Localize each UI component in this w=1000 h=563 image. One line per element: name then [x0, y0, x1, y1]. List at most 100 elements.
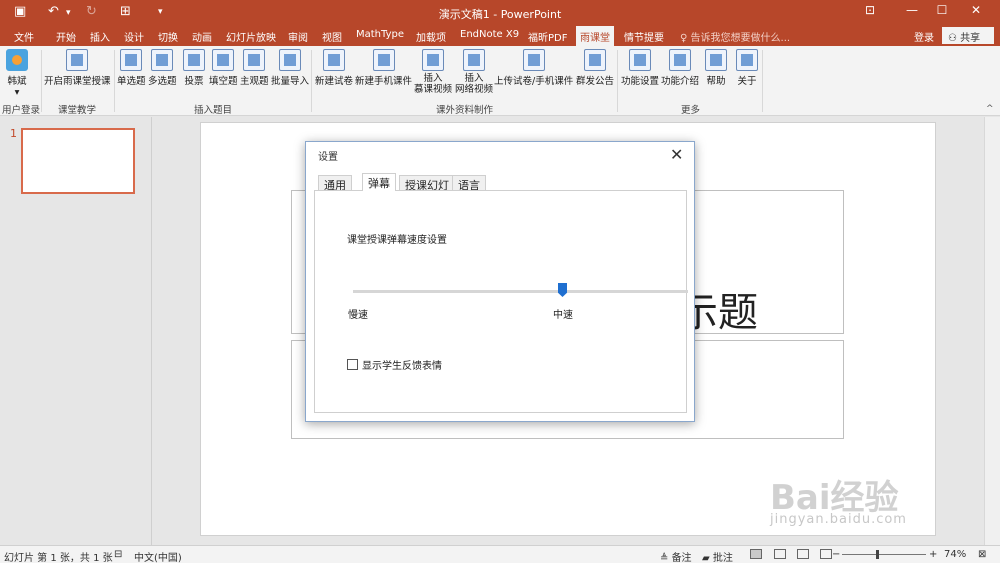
new-mobile-courseware-label: 新建手机课件	[355, 76, 413, 87]
comments-label: 批注	[712, 553, 733, 563]
fill-blank-button[interactable]: 填空题	[209, 49, 238, 87]
insert-mooc-video-button[interactable]: 插入 慕课视频	[414, 49, 452, 95]
group-separator	[762, 50, 763, 112]
group-label-materials: 课外资料制作	[436, 105, 494, 116]
mooc-video-icon	[422, 49, 444, 71]
text-a-icon	[212, 49, 235, 71]
tab-danmaku[interactable]: 弹幕	[362, 173, 396, 191]
speed-slider-track[interactable]	[353, 290, 688, 293]
tab-review[interactable]: 审阅	[288, 29, 308, 44]
lightbulb-icon: ♀	[680, 33, 691, 44]
globe-icon	[584, 49, 606, 71]
tab-rain-classroom[interactable]: 雨课堂	[576, 26, 614, 46]
tab-slideshow[interactable]: 幻灯片放映	[226, 29, 276, 44]
insert-web-video-button[interactable]: 插入 网络视频	[455, 49, 493, 95]
normal-view-icon[interactable]	[750, 549, 762, 559]
single-choice-icon	[120, 49, 143, 71]
broadcast-notice-button[interactable]: 群发公告	[576, 49, 614, 87]
zoom-slider-thumb[interactable]	[876, 550, 879, 559]
tab-foxit-pdf[interactable]: 福昕PDF	[528, 29, 567, 44]
zoom-out-icon[interactable]: −	[832, 549, 840, 560]
tab-design[interactable]: 设计	[124, 29, 144, 44]
reading-view-icon[interactable]	[797, 549, 809, 559]
subjective-button[interactable]: 主观题	[240, 49, 269, 87]
single-choice-label: 单选题	[117, 76, 146, 87]
minimize-icon[interactable]: —	[898, 3, 926, 17]
group-label-more: 更多	[681, 105, 701, 116]
feature-intro-button[interactable]: 功能介绍	[661, 49, 699, 87]
show-feedback-checkbox[interactable]	[347, 359, 358, 370]
zoom-level[interactable]: 74%	[944, 549, 966, 560]
bar-chart-icon	[183, 49, 205, 71]
speed-setting-label: 课堂授课弹幕速度设置	[347, 235, 447, 246]
start-class-button[interactable]: 开启雨课堂授课	[44, 49, 111, 87]
feature-settings-button[interactable]: 功能设置	[621, 49, 659, 87]
new-exam-label: 新建试卷	[315, 76, 354, 87]
tab-home[interactable]: 开始	[56, 29, 76, 44]
zoom-slider-track[interactable]	[842, 554, 926, 555]
medium-label: 中速	[553, 310, 573, 321]
feature-settings-label: 功能设置	[621, 76, 660, 87]
vertical-scrollbar[interactable]	[984, 117, 1000, 545]
slide-thumbnail[interactable]	[21, 128, 135, 194]
group-label-user: 用户登录	[2, 105, 41, 116]
dialog-title: 设置	[318, 152, 338, 163]
tab-animations[interactable]: 动画	[192, 29, 212, 44]
help-button[interactable]: 帮助	[705, 49, 727, 87]
notes-button[interactable]: ≜ 备注	[660, 549, 692, 563]
person-icon: ⚇	[948, 33, 961, 44]
tell-me-text: 告诉我您想要做什么...	[690, 33, 791, 44]
tell-me-search[interactable]: ♀ 告诉我您想要做什么...	[680, 29, 790, 44]
gear-icon	[629, 49, 651, 71]
help-label: 帮助	[706, 76, 726, 87]
accessibility-icon[interactable]: ⊟	[114, 549, 122, 560]
subjective-label: 主观题	[240, 76, 269, 87]
slide-sorter-icon[interactable]	[774, 549, 786, 559]
language-indicator[interactable]: 中文(中国)	[134, 549, 182, 563]
tab-slides[interactable]: 授课幻灯	[399, 175, 455, 192]
tab-general[interactable]: 通用	[318, 175, 352, 192]
collapse-ribbon-icon[interactable]: ^	[986, 104, 994, 114]
single-choice-button[interactable]: 单选题	[117, 49, 146, 87]
batch-import-label: 批量导入	[271, 76, 310, 87]
fill-blank-label: 填空题	[209, 76, 238, 87]
tab-endnote[interactable]: EndNote X9	[460, 29, 519, 40]
slideshow-view-icon[interactable]	[820, 549, 832, 559]
tab-view[interactable]: 视图	[322, 29, 342, 44]
maximize-icon[interactable]: ☐	[928, 3, 956, 17]
new-mobile-courseware-button[interactable]: 新建手机课件	[355, 49, 412, 87]
multi-choice-button[interactable]: 多选题	[148, 49, 177, 87]
document-icon	[669, 49, 691, 71]
tab-transitions[interactable]: 切换	[158, 29, 178, 44]
fit-slide-icon[interactable]: ⊠	[978, 549, 986, 560]
batch-import-button[interactable]: 批量导入	[271, 49, 309, 87]
upload-icon	[522, 49, 545, 71]
group-label-questions: 插入题目	[194, 105, 233, 116]
tab-language[interactable]: 语言	[452, 175, 486, 192]
upload-label: 上传试卷/手机课件	[494, 76, 574, 87]
close-icon[interactable]: ✕	[962, 3, 990, 17]
user-account-button[interactable]: 韩斌 ▾	[6, 49, 28, 98]
about-label: 关于	[737, 76, 757, 87]
tab-insert[interactable]: 插入	[90, 29, 110, 44]
about-button[interactable]: 关于	[736, 49, 758, 87]
speed-slider-thumb[interactable]	[558, 283, 567, 297]
tab-addins[interactable]: 加载项	[416, 29, 446, 44]
book-icon	[736, 49, 758, 71]
comments-button[interactable]: ▰ 批注	[702, 549, 733, 563]
vote-button[interactable]: 投票	[183, 49, 205, 87]
new-exam-button[interactable]: 新建试卷	[315, 49, 353, 87]
tab-mathtype[interactable]: MathType	[356, 29, 404, 40]
login-button[interactable]: 登录	[914, 29, 934, 44]
subjective-icon	[243, 49, 266, 71]
ribbon-display-icon[interactable]: ⊡	[856, 3, 884, 17]
zoom-in-icon[interactable]: +	[929, 549, 937, 560]
multi-choice-label: 多选题	[148, 76, 177, 87]
slides-panel: 1	[0, 117, 152, 545]
upload-button[interactable]: 上传试卷/手机课件	[494, 49, 573, 87]
close-icon[interactable]: ✕	[670, 145, 683, 164]
tab-storyboard[interactable]: 情节提要	[624, 29, 664, 44]
vote-label: 投票	[184, 76, 204, 87]
share-button[interactable]: ⚇ 共享	[942, 27, 994, 44]
tab-file[interactable]: 文件	[14, 29, 34, 44]
